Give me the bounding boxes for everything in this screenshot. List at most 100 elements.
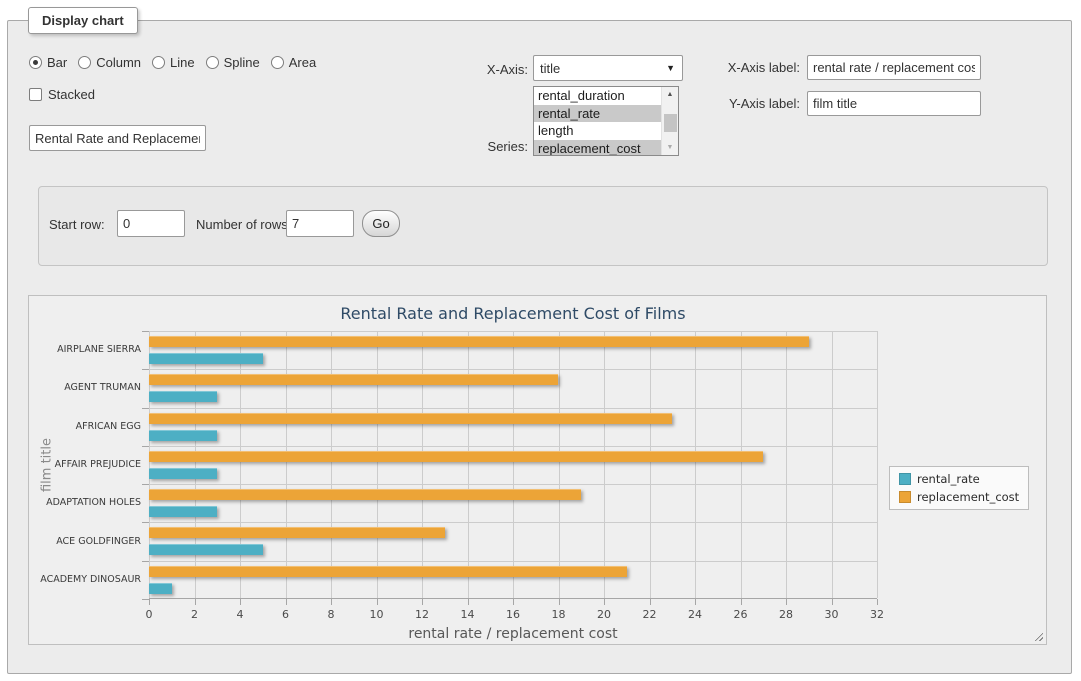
radio-spline-control[interactable] <box>206 56 219 69</box>
radio-bar-control[interactable] <box>29 56 42 69</box>
start-row-input[interactable] <box>117 210 185 237</box>
x-axis-selected-value: title <box>540 61 560 76</box>
scrollbar-thumb[interactable] <box>664 114 677 132</box>
stacked-label: Stacked <box>48 87 95 102</box>
x-tick-mark <box>695 599 696 605</box>
x-tick-label: 6 <box>266 608 306 621</box>
y-axis-label-input[interactable] <box>807 91 981 116</box>
x-tick-label: 2 <box>175 608 215 621</box>
category-label: AIRPLANE SIERRA <box>35 344 141 355</box>
x-tick-mark <box>877 599 878 605</box>
series-list-scrollbar[interactable]: ▲ ▼ <box>661 87 678 155</box>
x-axis-select[interactable]: title ▼ <box>533 55 683 81</box>
stacked-checkbox[interactable] <box>29 88 42 101</box>
x-tick-mark <box>786 599 787 605</box>
scrollbar-up-arrow-icon[interactable]: ▲ <box>662 87 678 102</box>
x-tick-label: 10 <box>357 608 397 621</box>
series-option-rental-rate[interactable]: rental_rate <box>534 105 678 123</box>
x-tick-label: 24 <box>675 608 715 621</box>
radio-line[interactable]: Line <box>152 55 195 70</box>
radio-column-control[interactable] <box>78 56 91 69</box>
stacked-row: Stacked <box>29 87 95 102</box>
y-tick-mark <box>142 446 149 447</box>
radio-column[interactable]: Column <box>78 55 141 70</box>
y-tick-mark <box>142 408 149 409</box>
x-gridline <box>468 331 469 598</box>
x-tick-label: 20 <box>584 608 624 621</box>
legend-swatch-rental_rate <box>899 473 911 485</box>
y-axis-label-label: Y-Axis label: <box>703 96 800 111</box>
chart-title-input[interactable] <box>29 125 206 151</box>
category-label: ADAPTATION HOLES <box>35 497 141 508</box>
chart-title: Rental Rate and Replacement Cost of Film… <box>149 304 877 323</box>
bar-replacement_cost <box>149 413 672 424</box>
x-tick-mark <box>741 599 742 605</box>
x-tick-label: 4 <box>220 608 260 621</box>
x-gridline <box>286 331 287 598</box>
resize-handle-icon[interactable] <box>1032 630 1043 641</box>
category-label: ACE GOLDFINGER <box>35 536 141 547</box>
x-tick-label: 28 <box>766 608 806 621</box>
legend-item: replacement_cost <box>899 490 1019 504</box>
x-tick-label: 32 <box>857 608 897 621</box>
bar-rental_rate <box>149 430 217 441</box>
y-tick-mark <box>142 599 149 600</box>
y-gridline <box>149 331 877 332</box>
x-tick-mark <box>832 599 833 605</box>
bar-replacement_cost <box>149 451 763 462</box>
x-tick-mark <box>149 599 150 605</box>
x-tick-mark <box>604 599 605 605</box>
series-option-rental-duration[interactable]: rental_duration <box>534 87 678 105</box>
category-label: AGENT TRUMAN <box>35 382 141 393</box>
x-gridline <box>877 331 878 598</box>
bar-replacement_cost <box>149 336 809 347</box>
x-gridline <box>741 331 742 598</box>
x-tick-label: 22 <box>630 608 670 621</box>
number-of-rows-label: Number of rows: <box>196 217 291 232</box>
x-tick-label: 16 <box>493 608 533 621</box>
number-of-rows-input[interactable] <box>286 210 354 237</box>
x-gridline <box>240 331 241 598</box>
plot-area: 02468101214161820222426283032AIRPLANE SI… <box>149 331 877 599</box>
x-tick-label: 26 <box>721 608 761 621</box>
series-option-replacement-cost[interactable]: replacement_cost <box>534 140 678 157</box>
scrollbar-down-arrow-icon[interactable]: ▼ <box>662 140 678 155</box>
radio-line-label: Line <box>170 55 195 70</box>
x-tick-mark <box>559 599 560 605</box>
y-tick-mark <box>142 369 149 370</box>
radio-area-control[interactable] <box>271 56 284 69</box>
x-gridline <box>786 331 787 598</box>
x-gridline <box>377 331 378 598</box>
x-tick-mark <box>377 599 378 605</box>
radio-bar[interactable]: Bar <box>29 55 67 70</box>
x-tick-label: 8 <box>311 608 351 621</box>
category-label: AFRICAN EGG <box>35 421 141 432</box>
y-gridline <box>149 484 877 485</box>
bar-rental_rate <box>149 583 172 594</box>
radio-column-label: Column <box>96 55 141 70</box>
x-tick-mark <box>650 599 651 605</box>
go-button[interactable]: Go <box>362 210 400 237</box>
x-tick-mark <box>240 599 241 605</box>
series-list-label: Series: <box>438 139 528 154</box>
x-tick-label: 12 <box>402 608 442 621</box>
select-dropdown-arrow-icon: ▼ <box>666 63 675 73</box>
x-gridline <box>149 331 150 598</box>
series-listbox[interactable]: rental_duration rental_rate length repla… <box>533 86 679 156</box>
x-axis-label-input[interactable] <box>807 55 981 80</box>
radio-spline[interactable]: Spline <box>206 55 260 70</box>
radio-area[interactable]: Area <box>271 55 316 70</box>
x-gridline <box>650 331 651 598</box>
x-tick-mark <box>286 599 287 605</box>
radio-line-control[interactable] <box>152 56 165 69</box>
bar-replacement_cost <box>149 489 581 500</box>
legend-label: rental_rate <box>917 472 980 486</box>
legend-swatch-replacement_cost <box>899 491 911 503</box>
series-option-length[interactable]: length <box>534 122 678 140</box>
chart-legend: rental_rate replacement_cost <box>889 466 1029 510</box>
bar-rental_rate <box>149 353 263 364</box>
x-tick-label: 0 <box>129 608 169 621</box>
y-gridline <box>149 369 877 370</box>
bar-replacement_cost <box>149 527 445 538</box>
y-gridline <box>149 522 877 523</box>
